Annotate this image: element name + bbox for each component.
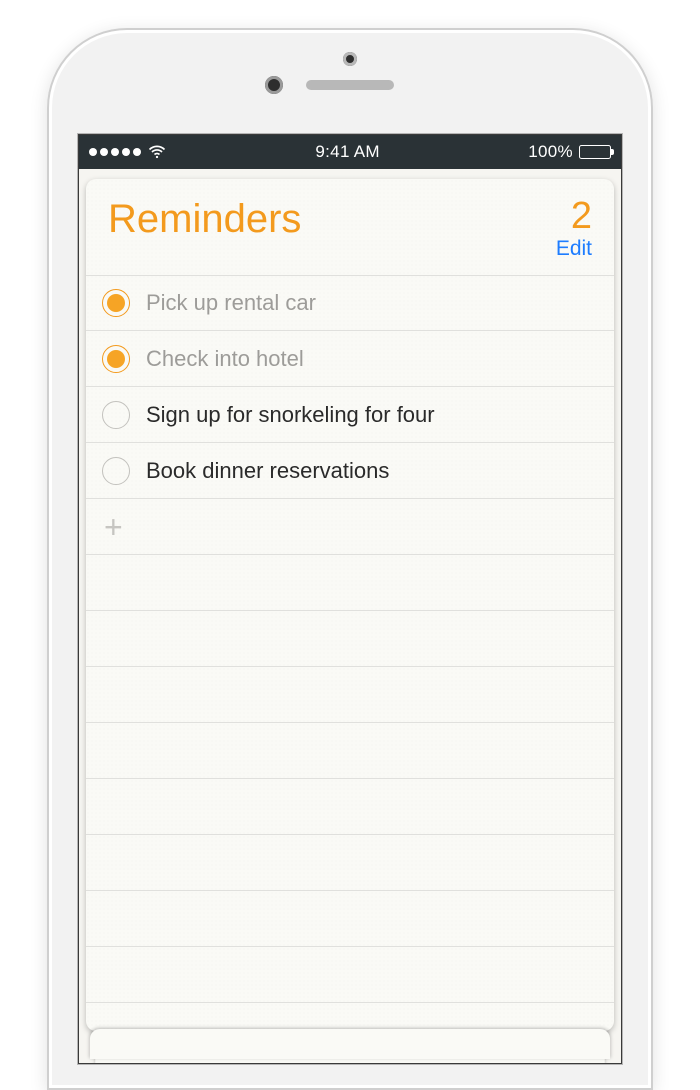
stacked-lists-hint[interactable] <box>86 1029 614 1064</box>
blank-row <box>86 723 614 779</box>
status-bar: 9:41 AM 100% <box>79 135 621 169</box>
blank-row <box>86 779 614 835</box>
phone-frame: 9:41 AM 100% Reminders 2 Edit Pick up re… <box>47 28 653 1090</box>
reminder-row[interactable]: Pick up rental car <box>86 275 614 331</box>
earpiece <box>306 80 394 90</box>
card-header: Reminders 2 Edit <box>86 179 614 275</box>
wifi-icon <box>147 142 167 162</box>
reminder-text[interactable]: Pick up rental car <box>146 290 316 316</box>
status-right: 100% <box>528 142 611 162</box>
complete-toggle[interactable] <box>102 289 130 317</box>
reminders-card: Reminders 2 Edit Pick up rental car Check… <box>86 179 614 1031</box>
blank-row <box>86 555 614 611</box>
status-time: 9:41 AM <box>315 142 379 162</box>
plus-icon: + <box>104 511 123 543</box>
complete-toggle[interactable] <box>102 401 130 429</box>
list-title: Reminders <box>108 197 301 242</box>
reminder-text[interactable]: Book dinner reservations <box>146 458 389 484</box>
reminder-row[interactable]: Book dinner reservations <box>86 443 614 499</box>
reminder-text[interactable]: Sign up for snorkeling for four <box>146 402 435 428</box>
add-reminder-row[interactable]: + <box>86 499 614 555</box>
blank-row <box>86 611 614 667</box>
complete-toggle[interactable] <box>102 345 130 373</box>
complete-toggle[interactable] <box>102 457 130 485</box>
battery-percent: 100% <box>528 142 573 162</box>
reminder-text[interactable]: Check into hotel <box>146 346 304 372</box>
reminders-list: Pick up rental car Check into hotel Sign u… <box>86 275 614 499</box>
edit-button[interactable]: Edit <box>556 237 592 261</box>
front-camera <box>265 76 283 94</box>
reminder-row[interactable]: Check into hotel <box>86 331 614 387</box>
reminder-row[interactable]: Sign up for snorkeling for four <box>86 387 614 443</box>
screen: 9:41 AM 100% Reminders 2 Edit Pick up re… <box>78 134 622 1064</box>
blank-row <box>86 947 614 1003</box>
battery-icon <box>579 145 611 159</box>
sensor-dot <box>343 52 357 66</box>
blank-row <box>86 835 614 891</box>
blank-row <box>86 891 614 947</box>
signal-dots-icon <box>89 148 141 156</box>
status-left <box>89 142 167 162</box>
blank-row <box>86 667 614 723</box>
completed-count: 2 <box>556 197 592 235</box>
